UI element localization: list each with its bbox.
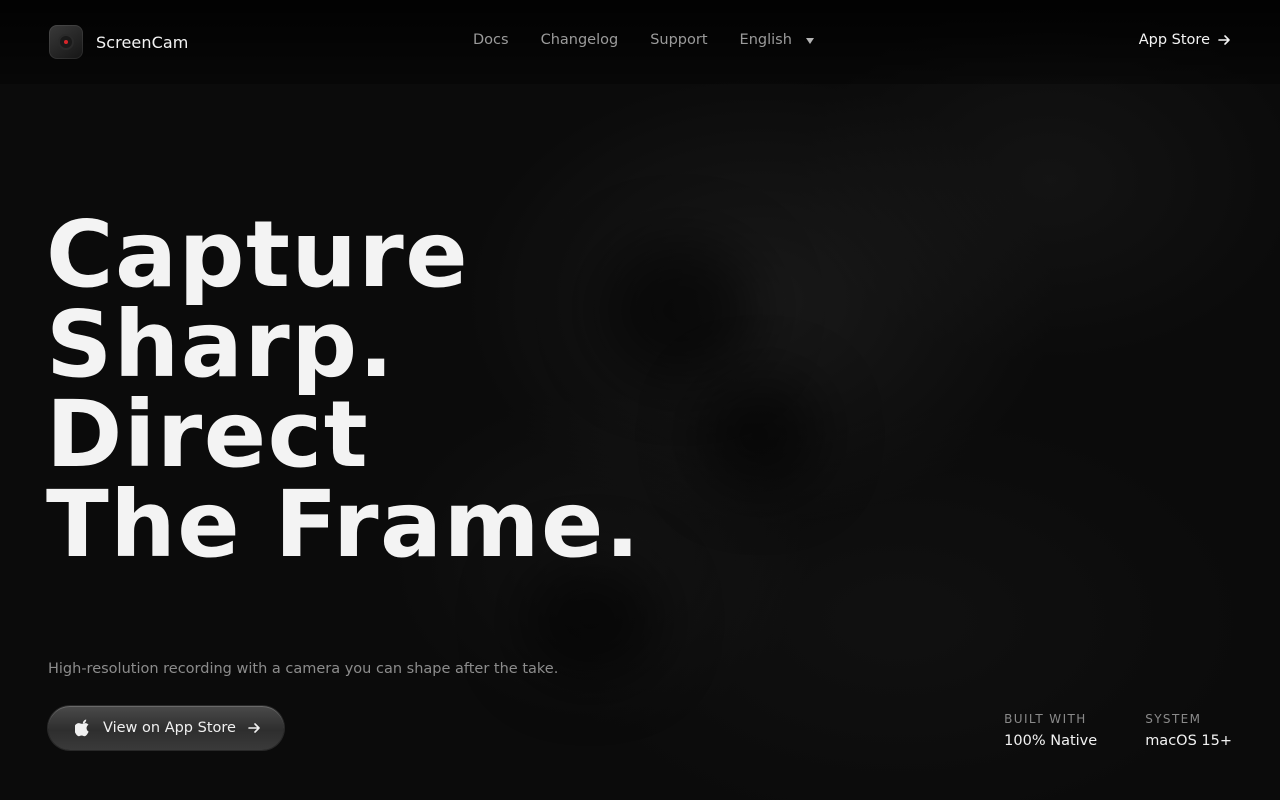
- brand-name: ScreenCam: [96, 32, 189, 52]
- background-shadow: [700, 380, 820, 490]
- header-app-store-link[interactable]: App Store: [1139, 32, 1231, 48]
- nav-link-docs[interactable]: Docs: [473, 32, 509, 48]
- brand[interactable]: ScreenCam: [49, 25, 188, 59]
- stat-built-with: BUILT WITH 100% Native: [1004, 712, 1097, 749]
- arrow-right-icon: [1218, 35, 1230, 45]
- stat-label: BUILT WITH: [1004, 712, 1087, 726]
- stat-label: SYSTEM: [1145, 712, 1202, 726]
- view-on-app-store-button[interactable]: View on App Store: [48, 706, 284, 750]
- headline-line: Direct: [46, 381, 370, 488]
- main-nav: Docs Changelog Support English: [473, 32, 814, 48]
- camera-logo-icon: [49, 25, 83, 59]
- top-navigation-bar: ScreenCam Docs Changelog Support English…: [0, 0, 1280, 84]
- headline-line: Sharp.: [46, 291, 396, 398]
- stat-value: macOS 15+: [1145, 733, 1232, 749]
- header-app-store-label: App Store: [1138, 32, 1210, 48]
- headline-line: The Frame.: [46, 471, 642, 578]
- cta-label: View on App Store: [103, 720, 236, 736]
- hero-headline: Capture Sharp. Direct The Frame.: [46, 201, 642, 578]
- stat-system: SYSTEM macOS 15+: [1145, 712, 1232, 749]
- nav-link-changelog[interactable]: Changelog: [541, 32, 619, 48]
- language-selector[interactable]: English: [740, 32, 814, 48]
- language-label: English: [739, 32, 792, 48]
- apple-icon: [75, 719, 89, 737]
- headline-line: Capture: [46, 201, 470, 308]
- landing-page: ScreenCam Docs Changelog Support English…: [0, 0, 1280, 800]
- hero-subtitle: High-resolution recording with a camera …: [48, 661, 559, 677]
- stat-value: 100% Native: [1004, 733, 1098, 749]
- stats-group: BUILT WITH 100% Native SYSTEM macOS 15+: [1004, 712, 1232, 749]
- nav-link-support[interactable]: Support: [650, 32, 707, 48]
- chevron-down-icon: [805, 37, 814, 44]
- arrow-right-icon: [248, 723, 260, 733]
